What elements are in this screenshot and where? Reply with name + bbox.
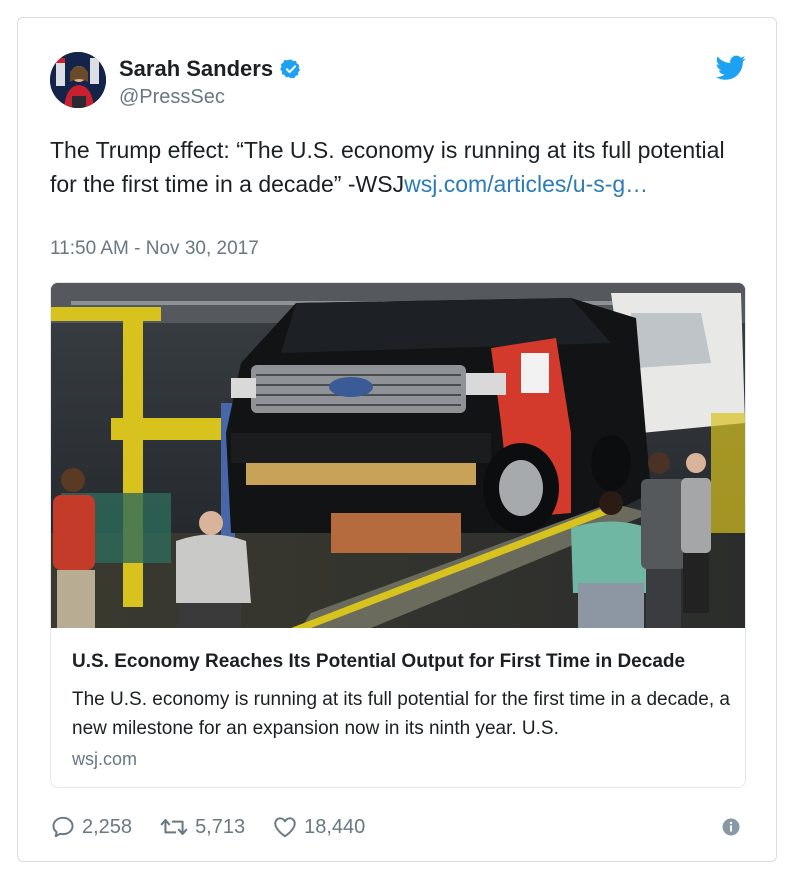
reply-count: 2,258: [82, 815, 133, 838]
like-count: 18,440: [304, 815, 366, 838]
tweet-link[interactable]: wsj.com/articles/u-s-g…: [404, 171, 648, 197]
link-preview-card[interactable]: U.S. Economy Reaches Its Potential Outpu…: [50, 282, 746, 788]
twitter-bird-icon[interactable]: [716, 55, 746, 81]
tweet-text: The Trump effect: “The U.S. economy is r…: [50, 133, 750, 201]
user-name-text: Sarah Sanders: [119, 56, 274, 81]
reply-button[interactable]: 2,258: [50, 814, 132, 840]
user-name[interactable]: Sarah Sanders: [119, 56, 302, 82]
retweet-icon: [160, 819, 188, 835]
factory-suv-photo: [51, 283, 745, 628]
verified-badge-icon: [280, 59, 301, 79]
info-icon[interactable]: [722, 818, 740, 836]
reply-icon: [52, 816, 74, 838]
card-description: The U.S. economy is running at its full …: [72, 689, 730, 739]
tweet-timestamp[interactable]: 11:50 AM - Nov 30, 2017: [50, 238, 259, 260]
tweet-embed-card: Sarah Sanders @PressSec The Trump effect…: [17, 17, 777, 862]
tweet-actions: 2,258 5,713 18,440: [50, 814, 392, 840]
card-domain: wsj.com: [72, 749, 138, 769]
user-handle[interactable]: @PressSec: [119, 86, 225, 109]
heart-icon: [274, 817, 296, 838]
card-title: U.S. Economy Reaches Its Potential Outpu…: [72, 651, 686, 672]
like-button[interactable]: 18,440: [272, 814, 365, 840]
retweet-count: 5,713: [195, 815, 246, 838]
user-avatar[interactable]: [50, 52, 106, 108]
retweet-button[interactable]: 5,713: [159, 814, 245, 840]
